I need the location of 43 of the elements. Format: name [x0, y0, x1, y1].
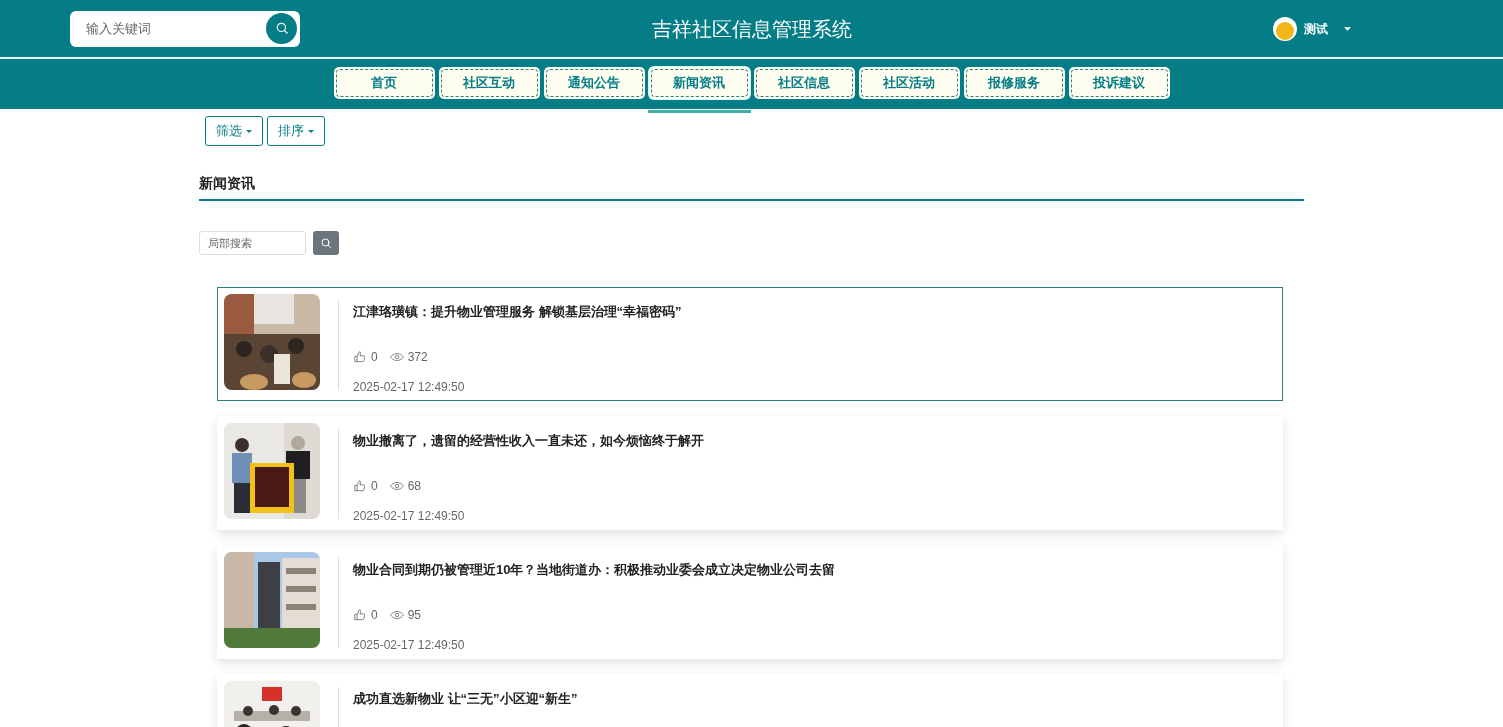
- nav-tab[interactable]: 通知公告: [543, 67, 645, 99]
- view-count: 95: [407, 606, 422, 624]
- search-icon: [320, 237, 332, 249]
- nav-tab[interactable]: 社区信息: [753, 67, 855, 99]
- view-count: 68: [407, 477, 422, 495]
- dropdown-button[interactable]: 排序: [267, 116, 325, 146]
- news-title[interactable]: 成功直选新物业 让“三无”小区迎“新生”: [353, 689, 578, 709]
- search-button[interactable]: [313, 231, 339, 255]
- like-count: 0: [371, 348, 378, 366]
- like-count: 0: [371, 477, 378, 495]
- view-count: 372: [407, 348, 428, 366]
- site-title: 吉祥社区信息管理系统: [651, 16, 852, 42]
- avatar-icon: [1273, 16, 1297, 41]
- news-date: 2025-02-17 12:49:50: [353, 636, 465, 654]
- dropdown-button[interactable]: 筛选: [205, 116, 263, 146]
- local-search-field[interactable]: 局部搜索: [199, 231, 306, 255]
- news-card[interactable]: 江津珞璜镇：提升物业管理服务 解锁基层治理“幸福密码” 0 372 2025-02-17 12:49:50: [217, 287, 1283, 401]
- nav-tab[interactable]: 报修服务: [963, 67, 1065, 99]
- nav-tab[interactable]: 首页: [333, 67, 435, 99]
- caret-icon: [1344, 26, 1351, 31]
- caret-icon: [246, 129, 252, 133]
- nav-tab[interactable]: 社区活动: [858, 67, 960, 99]
- news-card[interactable]: 物业撤离了，遗留的经营性收入一直未还，如今烦恼终于解开 0 68 2025-02-17 12:49:50: [217, 416, 1283, 530]
- news-card[interactable]: 物业合同到期仍被管理近10年？当地街道办：积极推动业委会成立决定物业公司去留 0 95 2025-02-17 12:49:50: [217, 545, 1283, 659]
- user-name: 测试: [1304, 20, 1328, 38]
- news-title[interactable]: 江津珞璜镇：提升物业管理服务 解锁基层治理“幸福密码”: [353, 302, 682, 322]
- thumbs-up-icon: [353, 349, 367, 364]
- nav-tab[interactable]: 新闻资讯: [648, 67, 750, 99]
- news-date: 2025-02-17 12:49:50: [353, 507, 465, 525]
- like-count: 0: [371, 606, 378, 624]
- nav-tab[interactable]: 投诉建议: [1068, 67, 1170, 99]
- news-card[interactable]: 成功直选新物业 让“三无”小区迎“新生”: [217, 674, 1283, 727]
- caret-icon: [308, 129, 314, 133]
- news-title[interactable]: 物业撤离了，遗留的经营性收入一直未还，如今烦恼终于解开: [353, 431, 704, 451]
- news-title[interactable]: 物业合同到期仍被管理近10年？当地街道办：积极推动业委会成立决定物业公司去留: [353, 560, 836, 580]
- user-menu[interactable]: 测试: [1273, 16, 1351, 41]
- thumbs-up-icon: [353, 478, 367, 493]
- thumbs-up-icon: [353, 607, 367, 622]
- news-date: 2025-02-17 12:49:50: [353, 378, 465, 396]
- section-title: 新闻资讯: [199, 174, 255, 193]
- nav-tab[interactable]: 社区互动: [438, 67, 540, 99]
- search-icon: [274, 21, 289, 35]
- search-field[interactable]: 输入关键词: [70, 10, 300, 47]
